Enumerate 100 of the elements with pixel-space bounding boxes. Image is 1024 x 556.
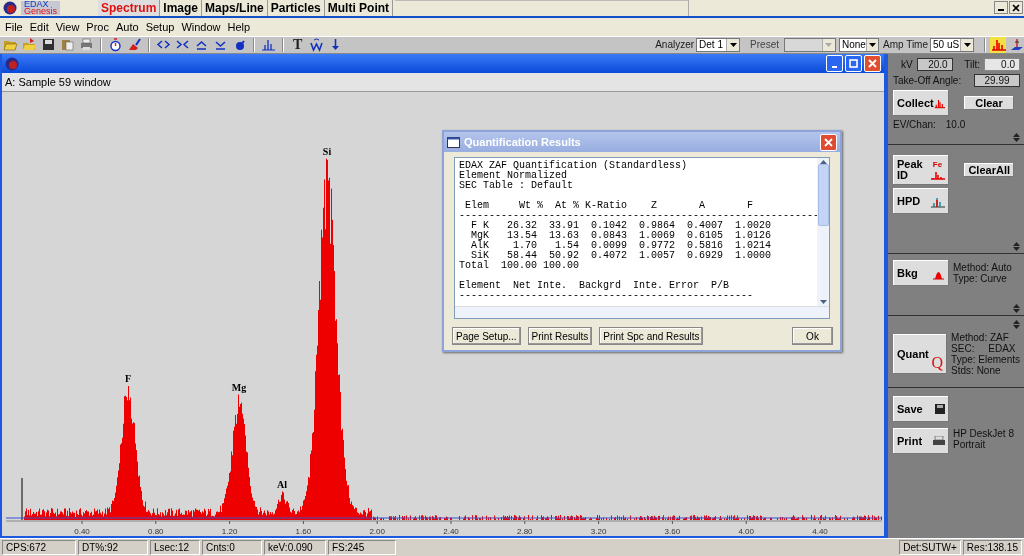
status-field: Cnts:0 bbox=[202, 540, 262, 556]
caret-icon bbox=[729, 43, 737, 47]
status-field: CPS:672 bbox=[2, 540, 76, 556]
menu-item[interactable]: Auto bbox=[114, 20, 144, 33]
peak-id-button[interactable]: Peak ID Fe bbox=[893, 155, 949, 186]
dialog-button[interactable]: Print Spc and Results bbox=[599, 327, 704, 346]
take-off-angle-field[interactable]: 29.99 bbox=[974, 74, 1020, 88]
peak-label: F bbox=[124, 373, 132, 385]
cursor-line bbox=[21, 477, 23, 521]
report-line: SEC Table : Default bbox=[459, 181, 575, 192]
status-field: DT%:92 bbox=[78, 540, 148, 556]
spinner-icon bbox=[1013, 320, 1020, 330]
mode-dropdown[interactable]: None bbox=[839, 38, 879, 52]
dialog-button[interactable]: Page Setup... bbox=[452, 327, 521, 346]
info-text: Type: Elements bbox=[951, 354, 1020, 366]
ev-chan-value: 10.0 bbox=[945, 119, 966, 131]
tab[interactable]: Spectrum bbox=[98, 0, 161, 16]
menu-item[interactable]: Edit bbox=[27, 20, 54, 33]
info-text: Portrait bbox=[953, 439, 987, 451]
menu-item[interactable]: Window bbox=[179, 20, 226, 33]
peak-label: Mg bbox=[231, 381, 247, 393]
results-text-area[interactable] bbox=[454, 157, 830, 320]
maximize-icon bbox=[849, 59, 858, 69]
clear-button[interactable]: Clear bbox=[964, 96, 1014, 111]
stopwatch-icon[interactable] bbox=[108, 37, 123, 53]
status-field: Res:138.15 bbox=[962, 540, 1022, 556]
vertical-scrollbar[interactable] bbox=[817, 158, 829, 307]
menu-item[interactable]: File bbox=[3, 20, 28, 33]
axis-tick-label: 4.00 bbox=[738, 527, 754, 537]
status-field: Det:SUTW+ bbox=[899, 540, 961, 556]
kv-field[interactable]: 20.0 bbox=[916, 58, 953, 72]
ev-chan-label: EV/Chan: bbox=[893, 119, 936, 131]
amp-time-label: Amp Time bbox=[883, 39, 928, 51]
table-rule: ------------------------------------------------- bbox=[459, 291, 755, 302]
save-icon bbox=[935, 404, 945, 415]
sphere-icon bbox=[3, 1, 17, 15]
info-text: Method: ZAF bbox=[951, 332, 1010, 344]
print-button[interactable]: Print bbox=[893, 428, 949, 455]
horizontal-scrollbar[interactable] bbox=[455, 306, 829, 319]
spinner-icon bbox=[1013, 242, 1020, 252]
table-header: Element Net Inte. Backgrd Inte. Error P/B bbox=[459, 281, 731, 292]
info-text: Type: Curve bbox=[953, 273, 1008, 285]
window-icon bbox=[447, 136, 460, 148]
caret-icon bbox=[825, 43, 833, 47]
menu-item[interactable]: Setup bbox=[143, 20, 180, 33]
axis-tick-label: 1.20 bbox=[221, 527, 238, 537]
table-header: Elem Wt % At % K-Ratio Z A F bbox=[464, 201, 755, 212]
menu-item[interactable]: Proc bbox=[84, 20, 114, 33]
status-field: Lsec:12 bbox=[150, 540, 200, 556]
axis-tick-label: 4.40 bbox=[812, 527, 828, 537]
axis-tick-label: 2.00 bbox=[369, 527, 385, 537]
spinner-icon bbox=[1013, 304, 1020, 314]
axis-tick-label: 2.40 bbox=[443, 527, 459, 537]
clear-all-button[interactable]: ClearAll bbox=[964, 163, 1014, 178]
collect-button[interactable]: Collect bbox=[893, 90, 949, 117]
dialog-button[interactable]: Print Results bbox=[527, 327, 593, 346]
axis-tick-label: 3.60 bbox=[664, 527, 681, 537]
maximize-button[interactable] bbox=[845, 55, 862, 73]
brush-icon[interactable] bbox=[127, 37, 142, 53]
analyzer-dropdown[interactable]: Det 1 bbox=[696, 38, 741, 52]
spectrum-icon bbox=[990, 37, 1006, 53]
element-label: Fe bbox=[932, 160, 943, 169]
amp-time-dropdown[interactable]: 50 uS bbox=[930, 38, 974, 52]
caret-icon bbox=[963, 43, 971, 47]
minimize-icon bbox=[832, 66, 837, 69]
printer-icon bbox=[933, 436, 945, 447]
peaks-icon[interactable] bbox=[261, 37, 276, 53]
menu-item[interactable]: View bbox=[53, 20, 85, 33]
clipboard-icon[interactable] bbox=[60, 37, 75, 53]
preset-label: Preset bbox=[750, 39, 779, 51]
spinner-icon bbox=[1013, 133, 1020, 143]
menu-item[interactable]: Help bbox=[225, 20, 256, 33]
close-icon bbox=[868, 59, 877, 69]
close-button[interactable] bbox=[1009, 1, 1023, 14]
peak-label: Al bbox=[277, 478, 287, 490]
axis-tick-label: 3.20 bbox=[590, 527, 607, 537]
analyzer-label: Analyzer bbox=[655, 39, 695, 51]
info-text: SEC: EDAX bbox=[951, 343, 1017, 355]
hpd-button[interactable]: HPD bbox=[893, 188, 949, 215]
tilt-field[interactable]: 0.0 bbox=[984, 58, 1020, 72]
printer-icon[interactable] bbox=[79, 37, 94, 53]
table-row-text: F K 26.32 33.91 0.1042 0.9864 0.4007 1.0020 bbox=[470, 221, 773, 232]
bkg-button[interactable]: Bkg bbox=[893, 260, 949, 287]
text-tool-button[interactable]: T bbox=[290, 37, 306, 53]
minimize-button[interactable] bbox=[994, 1, 1008, 14]
ok-button[interactable]: Ok bbox=[792, 327, 833, 346]
w-icon[interactable] bbox=[309, 37, 325, 53]
axis-tick-label: 0.80 bbox=[148, 527, 164, 537]
status-field: FS:245 bbox=[328, 540, 396, 556]
take-off-angle-label: Take-Off Angle: bbox=[893, 75, 962, 87]
table-row-text: MgK 13.54 13.63 0.0843 1.0069 0.6105 1.0126 bbox=[470, 231, 773, 242]
tab[interactable]: Maps/Line bbox=[202, 0, 268, 16]
close-icon bbox=[1012, 3, 1020, 12]
dialog-title: Quantification Results bbox=[464, 136, 582, 149]
save-button[interactable]: Save bbox=[893, 396, 949, 423]
kv-label: kV bbox=[901, 59, 913, 71]
folder-arrow-icon[interactable] bbox=[22, 37, 37, 53]
axis-tick-label: 1.60 bbox=[295, 527, 312, 537]
sphere-icon bbox=[5, 56, 19, 71]
save-icon[interactable] bbox=[41, 37, 56, 53]
